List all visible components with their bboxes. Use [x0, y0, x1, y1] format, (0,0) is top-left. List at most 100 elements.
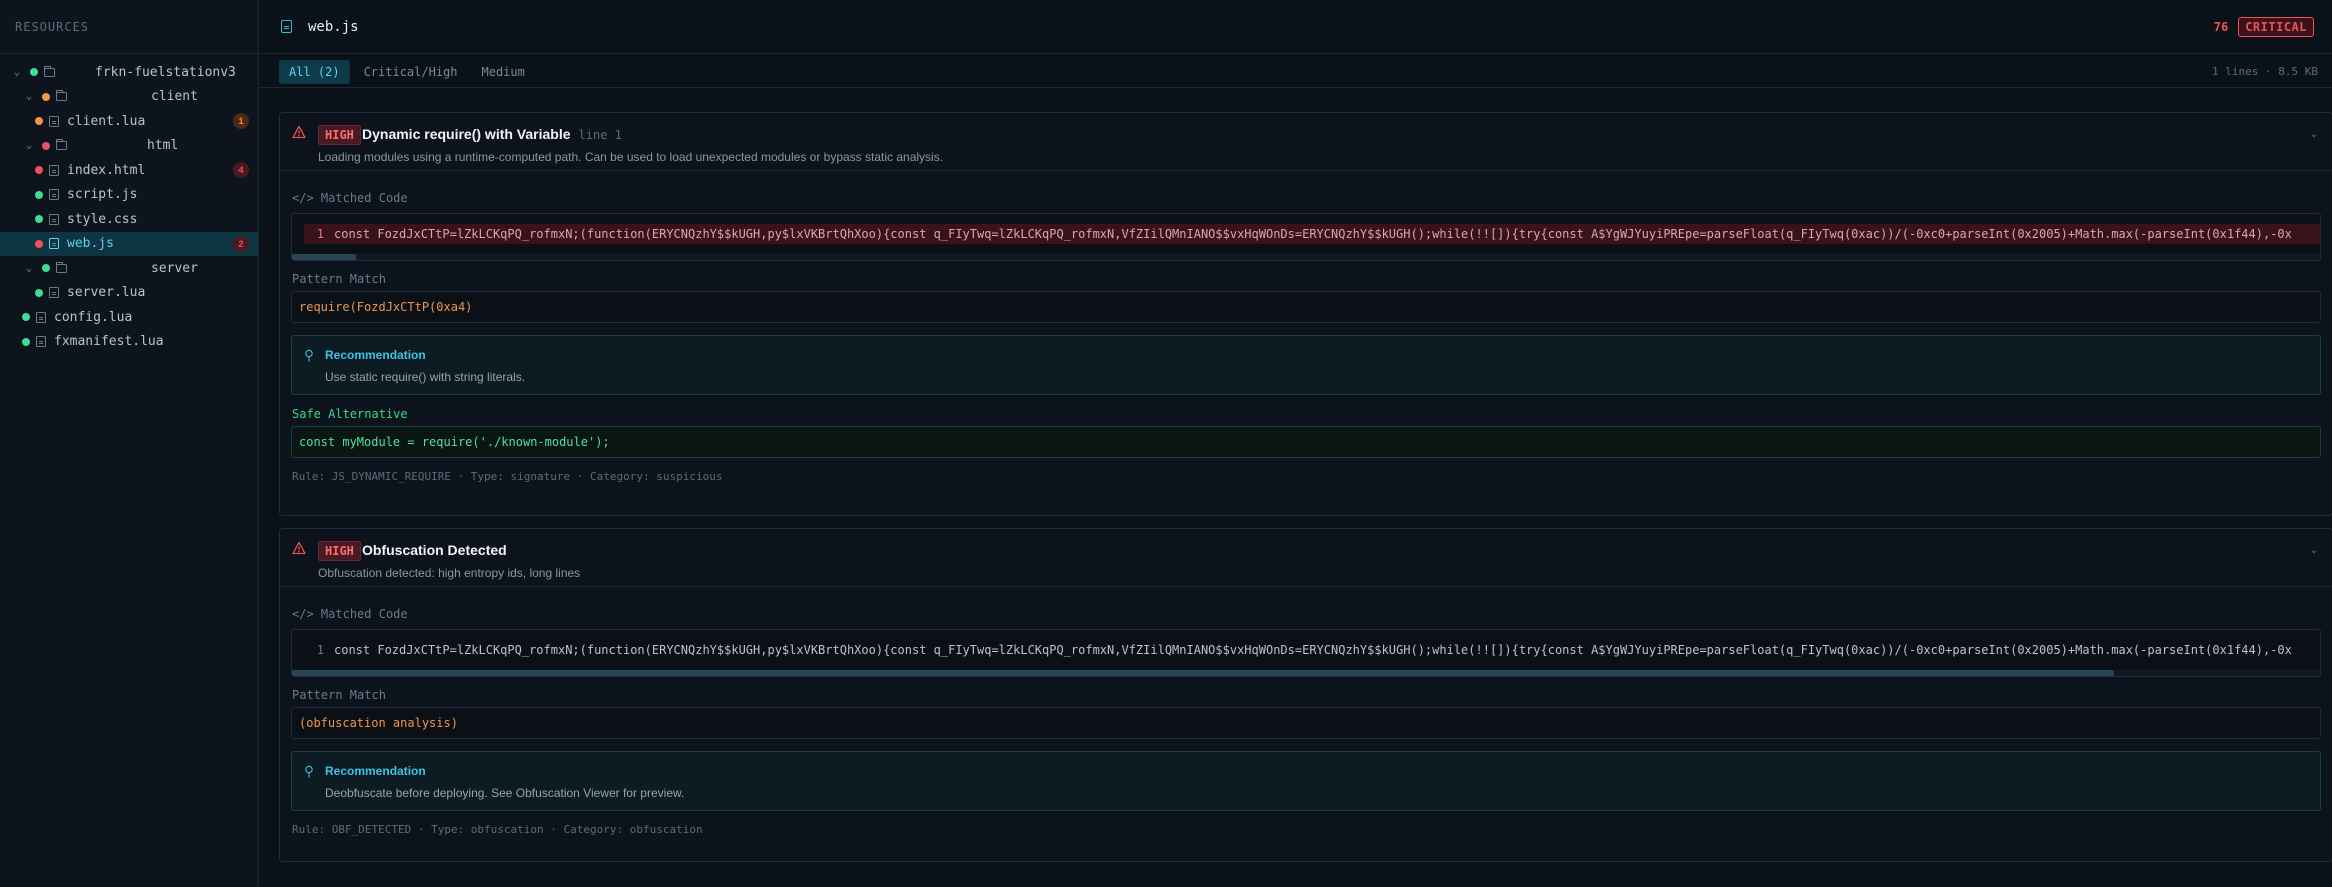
file-tree: ⌄ frkn-fuelstationv3 ⌄ client client.lua… — [0, 54, 258, 354]
severity-badge: CRITICAL — [2238, 16, 2314, 37]
status-dot-icon — [22, 337, 30, 346]
recommendation-title: Recommendation — [325, 348, 426, 362]
finding-card: HIGH Obfuscation Detected Obfuscation de… — [279, 528, 2332, 862]
line-number: 1 — [316, 227, 324, 241]
file-icon — [49, 189, 59, 201]
pattern-match-box: (obfuscation analysis) — [291, 707, 2321, 739]
severity-badge: HIGH — [318, 125, 361, 145]
tree-file-fxmanifest-lua[interactable]: fxmanifest.lua — [0, 330, 258, 355]
file-icon — [36, 336, 46, 348]
tree-file-web-js[interactable]: web.js 2 — [0, 231, 258, 256]
status-dot-icon — [35, 117, 43, 126]
tree-file-script-js[interactable]: script.js — [0, 183, 258, 208]
tree-item-label: server.lua — [67, 285, 146, 301]
warning-icon — [292, 125, 306, 139]
safe-alternative-box: const myModule = require('./known-module… — [291, 426, 2321, 458]
file-icon — [49, 238, 59, 250]
file-icon — [49, 213, 59, 225]
lightbulb-icon — [305, 765, 313, 778]
tree-item-label: client.lua — [67, 113, 146, 129]
file-icon — [281, 20, 292, 33]
status-dot-icon — [42, 264, 50, 273]
file-title: web.js — [308, 18, 359, 35]
line-number: 1 — [316, 643, 324, 657]
code-icon: </> — [292, 607, 314, 621]
rule-info: Rule: OBF_DETECTED · Type: obfuscation ·… — [292, 823, 703, 836]
matched-code-box[interactable]: 1 const FozdJxCTtP=lZkLCKqPQ_rofmxN;(fun… — [291, 213, 2321, 261]
status-dot-icon — [35, 190, 43, 199]
matched-code-label-text: Matched Code — [320, 191, 408, 205]
chevron-down-icon[interactable]: ⌄ — [2310, 129, 2318, 140]
tree-item-label: index.html — [67, 162, 146, 178]
recommendation-text: Deobfuscate before deploying. See Obfusc… — [325, 786, 685, 800]
finding-description: Obfuscation detected: high entropy ids, … — [318, 566, 581, 580]
matched-code-label: </> Matched Code — [292, 191, 2332, 205]
tree-file-server-lua[interactable]: server.lua — [0, 281, 258, 306]
code-icon: </> — [292, 191, 314, 205]
tree-item-label: server — [151, 260, 198, 276]
tree-file-client-lua[interactable]: client.lua 1 — [0, 109, 258, 134]
pattern-match-label: Pattern Match — [292, 688, 386, 702]
scrollbar-thumb[interactable] — [292, 254, 356, 260]
recommendation-box: Recommendation Use static require() with… — [291, 335, 2321, 395]
safe-alternative-label: Safe Alternative — [292, 407, 408, 421]
status-dot-icon — [42, 141, 50, 150]
tree-folder-server[interactable]: ⌄ server — [0, 256, 258, 281]
chevron-down-icon[interactable]: ⌄ — [2310, 545, 2318, 556]
tree-folder-html[interactable]: ⌄ html — [0, 134, 258, 159]
chevron-down-icon[interactable]: ⌄ — [24, 91, 34, 102]
code-text: const FozdJxCTtP=lZkLCKqPQ_rofmxN;(funct… — [334, 643, 2292, 657]
tree-file-index-html[interactable]: index.html 4 — [0, 158, 258, 183]
file-header: web.js 76 CRITICAL — [259, 0, 2332, 54]
status-dot-icon — [30, 68, 38, 77]
tree-item-label: config.lua — [54, 309, 133, 325]
tab-all[interactable]: All (2) — [279, 59, 350, 84]
folder-icon — [56, 261, 67, 273]
status-dot-icon — [35, 215, 43, 224]
chevron-down-icon[interactable]: ⌄ — [24, 140, 34, 151]
lightbulb-icon — [305, 349, 313, 362]
chevron-down-icon[interactable]: ⌄ — [12, 67, 22, 78]
finding-header[interactable]: HIGH Obfuscation Detected Obfuscation de… — [280, 529, 2332, 587]
chevron-down-icon[interactable]: ⌄ — [24, 263, 34, 274]
finding-title-text: Dynamic require() with Variable — [362, 126, 571, 142]
finding-line: line 1 — [578, 128, 622, 142]
tree-folder-frkn-fuelstationv3[interactable]: ⌄ frkn-fuelstationv3 — [0, 60, 258, 85]
file-icon — [36, 311, 46, 323]
code-line: 1 const FozdJxCTtP=lZkLCKqPQ_rofmxN;(fun… — [304, 224, 2320, 244]
tab-medium[interactable]: Medium — [472, 60, 535, 84]
tree-file-config-lua[interactable]: config.lua — [0, 305, 258, 330]
tree-file-style-css[interactable]: style.css — [0, 207, 258, 232]
finding-header[interactable]: HIGH Dynamic require() with Variable line… — [280, 113, 2332, 171]
filter-tabs: All (2) Critical/High Medium 1 lines · 8… — [259, 56, 2332, 88]
matched-code-label: </> Matched Code — [292, 607, 2332, 621]
rule-info: Rule: JS_DYNAMIC_REQUIRE · Type: signatu… — [292, 470, 723, 483]
code-text: const FozdJxCTtP=lZkLCKqPQ_rofmxN;(funct… — [334, 227, 2292, 241]
horizontal-scrollbar[interactable] — [292, 254, 2320, 260]
issue-count-badge: 1 — [233, 113, 249, 129]
finding-description: Loading modules using a runtime-computed… — [318, 150, 944, 164]
scrollbar-thumb[interactable] — [292, 670, 2114, 676]
tree-item-label: fxmanifest.lua — [54, 334, 164, 350]
recommendation-text: Use static require() with string literal… — [325, 370, 526, 384]
horizontal-scrollbar[interactable] — [292, 670, 2320, 676]
file-meta: 1 lines · 8.5 KB — [2212, 65, 2318, 78]
file-icon — [49, 287, 59, 299]
file-icon — [49, 164, 59, 176]
tree-folder-client[interactable]: ⌄ client — [0, 85, 258, 110]
pattern-match-box: require(FozdJxCTtP(0xa4) — [291, 291, 2321, 323]
tree-item-label: script.js — [67, 187, 138, 203]
finding-title: Obfuscation Detected — [362, 542, 507, 558]
folder-icon — [56, 139, 67, 151]
app: RESOURCES ⌄ frkn-fuelstationv3 ⌄ client … — [0, 0, 2332, 887]
status-dot-icon — [35, 288, 43, 297]
tab-critical-high[interactable]: Critical/High — [354, 60, 468, 84]
matched-code-box[interactable]: 1 const FozdJxCTtP=lZkLCKqPQ_rofmxN;(fun… — [291, 629, 2321, 677]
tree-item-label: html — [147, 138, 179, 154]
issue-count-badge: 4 — [233, 162, 249, 178]
folder-icon — [56, 90, 67, 102]
risk-score: 76 — [2213, 19, 2229, 34]
warning-icon — [292, 541, 306, 555]
tree-item-label: style.css — [67, 211, 138, 227]
severity-badge: HIGH — [318, 541, 361, 561]
